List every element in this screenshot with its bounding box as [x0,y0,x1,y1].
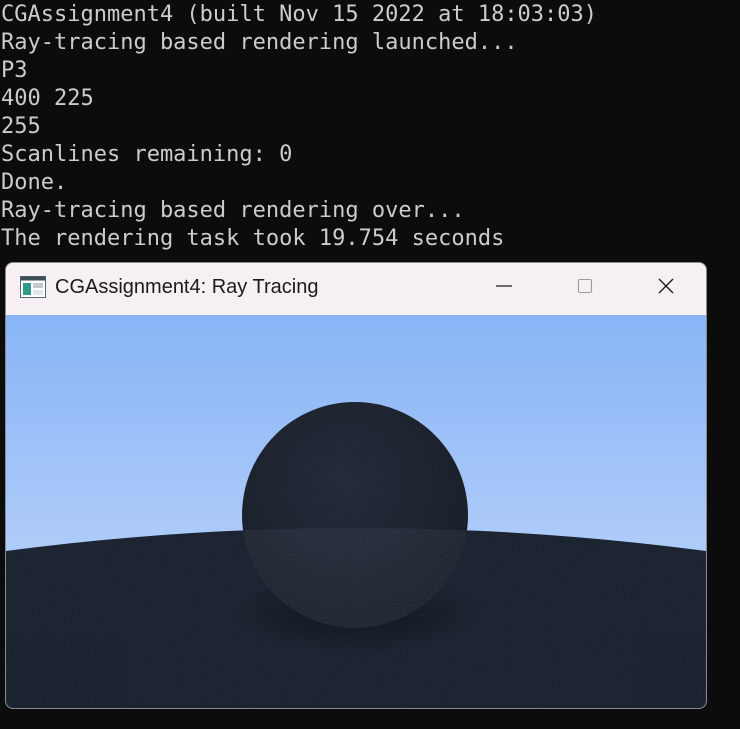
window-titlebar[interactable]: CGAssignment4: Ray Tracing [6,263,706,315]
close-button[interactable] [638,263,694,313]
sphere-noise [242,402,468,628]
console-line-launched: Ray-tracing based rendering launched... [1,30,518,55]
maximize-icon [576,277,594,300]
app-window-icon[interactable] [20,276,46,298]
console-line-done: Done. [1,170,68,195]
console-line-scanlines: Scanlines remaining: 0 [1,142,293,167]
render-window[interactable]: CGAssignment4: Ray Tracing [5,262,707,709]
console-line-duration: The rendering task took 19.754 seconds [1,226,505,251]
console-line-maxval: 255 [1,114,41,139]
ray-traced-scene [6,315,706,708]
minimize-icon [495,277,513,300]
console-line-over: Ray-tracing based rendering over... [1,198,465,223]
minimize-button[interactable] [476,263,532,313]
window-title: CGAssignment4: Ray Tracing [55,276,319,298]
console-line-format: P3 [1,58,28,83]
console-line-dimensions: 400 225 [1,86,94,111]
maximize-button[interactable] [557,263,613,313]
render-canvas [6,315,706,708]
close-icon [657,277,675,300]
console-line-build: CGAssignment4 (built Nov 15 2022 at 18:0… [1,2,598,27]
